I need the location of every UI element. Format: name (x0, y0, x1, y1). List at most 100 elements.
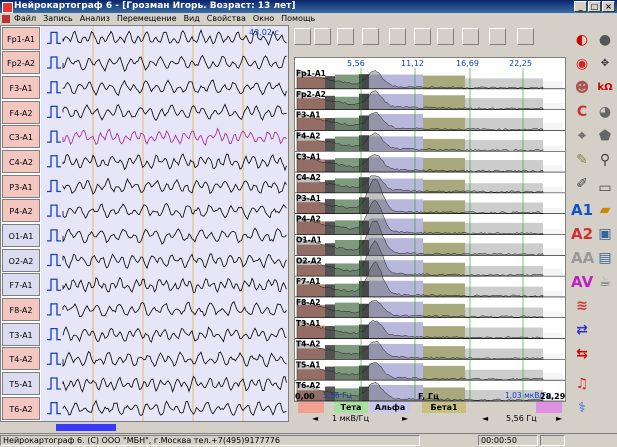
freq-scale-up[interactable]: ► (556, 414, 562, 423)
minimize-button[interactable]: _ (574, 1, 587, 12)
waves-icon[interactable]: ≋ (571, 295, 593, 317)
document-icon[interactable] (2, 15, 10, 23)
color-bars-icon[interactable] (337, 28, 354, 45)
menu-analysis[interactable]: Анализ (80, 13, 110, 25)
channel-label[interactable]: T6-A2 (2, 396, 40, 420)
freq-tick-label: 22,25 (509, 59, 532, 68)
face-icon[interactable]: ☻ (571, 77, 593, 99)
amp-scale-down[interactable]: ◄ (312, 414, 318, 423)
channel-label[interactable]: C4-A2 (2, 149, 40, 173)
book-icon[interactable]: ▤ (594, 247, 616, 269)
brain-icon[interactable]: ◕ (594, 101, 616, 123)
spectrum-channel-label: F8-A2 (296, 298, 320, 307)
amp-scale-up[interactable]: ► (402, 414, 408, 423)
table-icon[interactable] (389, 28, 406, 45)
montage-aa-button[interactable]: AA (571, 247, 594, 269)
channel-label[interactable]: T5-A1 (2, 372, 40, 396)
swap-icon[interactable]: ⇄ (571, 319, 593, 341)
arrows-icon[interactable]: ⇆ (571, 343, 593, 365)
waveform-mode-icon[interactable] (314, 28, 331, 45)
spectrum-band-bar (465, 98, 543, 110)
channel-label[interactable]: F7-A1 (2, 273, 40, 297)
dna-icon[interactable]: ⚕ (571, 397, 593, 419)
channel-label[interactable]: O2-A2 (2, 248, 40, 272)
normalize-icon[interactable] (462, 28, 479, 45)
spectrum-graphs[interactable]: Fp1-A1 Fp2-A2 F3-A1 F4-A2 C3-A1 C4-A2 P3-A1 P4-… (295, 58, 565, 402)
maximize-button[interactable]: □ (588, 1, 601, 12)
freq-start: 0,00 (295, 392, 315, 401)
menu-move[interactable]: Перемещение (117, 13, 177, 25)
menu-record[interactable]: Запись (43, 13, 73, 25)
spectrum-band-bar (465, 117, 543, 131)
channel-label[interactable]: Fp1-A1 (2, 26, 40, 50)
peak-icon[interactable] (437, 28, 454, 45)
spectrum-channel-label: P4-A2 (296, 215, 321, 224)
amplitude-icon[interactable] (517, 28, 534, 45)
montage-a1-button[interactable]: A1 (571, 199, 593, 221)
speaker-icon[interactable]: ♫ (571, 373, 593, 395)
spectrum-band-bar (543, 186, 563, 193)
spectrum-channel-label: F3-A1 (296, 111, 320, 120)
sphere-icon[interactable]: ● (594, 29, 616, 51)
eeg-panel[interactable]: Fp1-A1 Fp2-A2 F3-A1 F4-A2 C3-A1 C4-A2 P3-A1 P4-… (0, 25, 289, 422)
channel-label[interactable]: F4-A2 (2, 100, 40, 124)
channel-label[interactable]: F3-A1 (2, 75, 40, 99)
save-icon[interactable]: ▣ (594, 223, 616, 245)
montage-av-button[interactable]: AV (571, 271, 593, 293)
page-icon[interactable]: ▭ (594, 177, 616, 199)
head-map-icon[interactable]: ◐ (571, 29, 593, 51)
spectrum-channel-label: O1-A1 (296, 236, 322, 245)
spectrum-band-bar (423, 365, 465, 381)
close-button[interactable]: × (602, 1, 615, 12)
spectrum-band-bar (543, 229, 563, 235)
spectrum-band-bar (543, 353, 563, 360)
band-theta: Тета (334, 402, 368, 413)
montage-a2-button[interactable]: A2 (571, 223, 593, 245)
menu-file[interactable]: Файл (14, 13, 36, 25)
shape-icon[interactable]: ⬟ (594, 125, 616, 147)
folder-open-icon[interactable]: ▰ (594, 199, 616, 221)
paint-icon[interactable]: ✎ (571, 149, 593, 171)
bell-curve-icon[interactable] (489, 28, 506, 45)
channel-label[interactable]: P3-A1 (2, 174, 40, 198)
horseshoe-icon[interactable]: C (571, 101, 593, 123)
channel-label[interactable]: F8-A2 (2, 298, 40, 322)
menu-view[interactable]: Вид (184, 13, 200, 25)
spectrum-band-bar (465, 159, 543, 173)
channel-label[interactable]: Fp2-A2 (2, 51, 40, 75)
band-beta1: Бета1 (422, 402, 466, 413)
teapot-icon[interactable]: ☕ (594, 271, 616, 293)
spectrum-band-bar (543, 165, 563, 173)
spectrum-channel-label: Fp1-A1 (296, 69, 326, 78)
spectrum-channel-label: T3-A1 (296, 319, 320, 328)
band-beta2 (536, 402, 562, 413)
channel-label[interactable]: C3-A1 (2, 125, 40, 149)
spectrum-band-bar (543, 248, 563, 256)
amp-scale-label: 1 мкВ/Гц (332, 414, 370, 423)
eeg-scroll-thumb[interactable] (56, 424, 116, 431)
impedance-icon[interactable]: kΩ (594, 77, 616, 99)
pencil-icon[interactable]: ✐ (571, 173, 593, 195)
spectrum-band-bar (465, 348, 543, 360)
compass-icon[interactable]: ⌖ (571, 125, 593, 147)
status-cell-empty (540, 435, 565, 446)
eeg-traces[interactable]: 43,02 с (41, 26, 288, 421)
eeg-scrollbar[interactable] (0, 422, 289, 433)
channel-label[interactable]: T4-A2 (2, 347, 40, 371)
electrode-grid-icon[interactable]: ✥ (594, 53, 616, 75)
spectrum-band-bar (465, 243, 543, 256)
menu-window[interactable]: Окно (253, 13, 274, 25)
spectrum-mode-icon[interactable] (294, 28, 311, 45)
channel-label[interactable]: P4-A2 (2, 199, 40, 223)
filter-icon[interactable] (414, 28, 431, 45)
grid-icon[interactable] (362, 28, 379, 45)
spectrum-band-bar (465, 327, 543, 339)
menu-properties[interactable]: Свойства (207, 13, 246, 25)
channel-label[interactable]: O1-A1 (2, 224, 40, 247)
menu-help[interactable]: Помощь (281, 13, 315, 25)
spectrum-panel[interactable]: Fp1-A1 Fp2-A2 F3-A1 F4-A2 C3-A1 C4-A2 P3-A1 P4-… (294, 57, 566, 402)
color-map-icon[interactable]: ◉ (571, 53, 593, 75)
freq-scale-down[interactable]: ◄ (482, 414, 488, 423)
channel-label[interactable]: T3-A1 (2, 322, 40, 346)
magnifier-icon[interactable]: ⚲ (594, 149, 616, 171)
